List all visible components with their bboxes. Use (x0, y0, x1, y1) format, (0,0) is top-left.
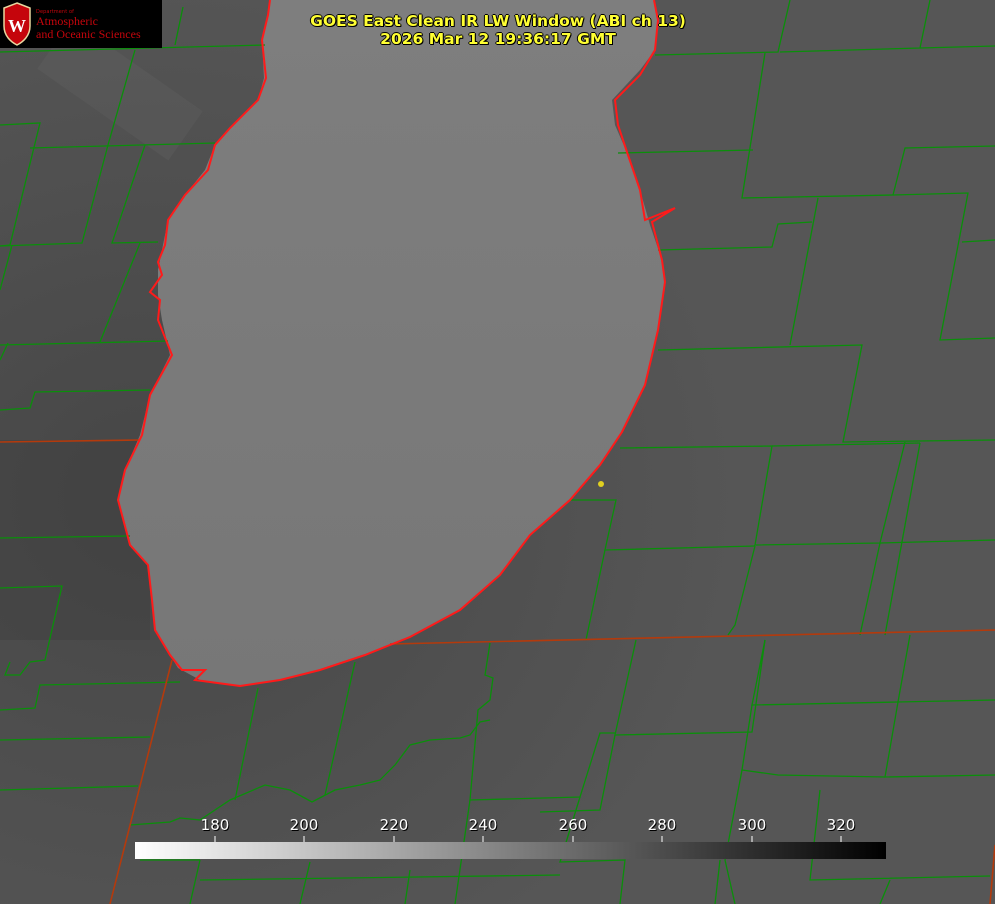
crest-letter: W (8, 16, 26, 36)
aos-logo[interactable]: W Department of Atmospheric and Oceanic … (0, 0, 162, 48)
colorbar-tick-label: 220 (379, 816, 409, 834)
location-marker (598, 481, 604, 487)
temperature-colorbar (135, 842, 886, 859)
satellite-image-viewer: W Department of Atmospheric and Oceanic … (0, 0, 995, 904)
colorbar-tick-label: 280 (647, 816, 677, 834)
ir-map (0, 0, 995, 904)
uw-crest-icon: W (3, 2, 31, 46)
colorbar-tick-label: 320 (826, 816, 856, 834)
colorbar-tick-label: 260 (558, 816, 588, 834)
colorbar-tick-label: 200 (289, 816, 319, 834)
colorbar-tick-label: 240 (468, 816, 498, 834)
logo-line2: and Oceanic Sciences (36, 27, 141, 41)
colorbar-tick-label: 180 (200, 816, 230, 834)
image-title: GOES East Clean IR LW Window (ABI ch 13) (310, 12, 686, 30)
image-timestamp: 2026 Mar 12 19:36:17 GMT (380, 30, 616, 48)
colorbar-tick-label: 300 (737, 816, 767, 834)
